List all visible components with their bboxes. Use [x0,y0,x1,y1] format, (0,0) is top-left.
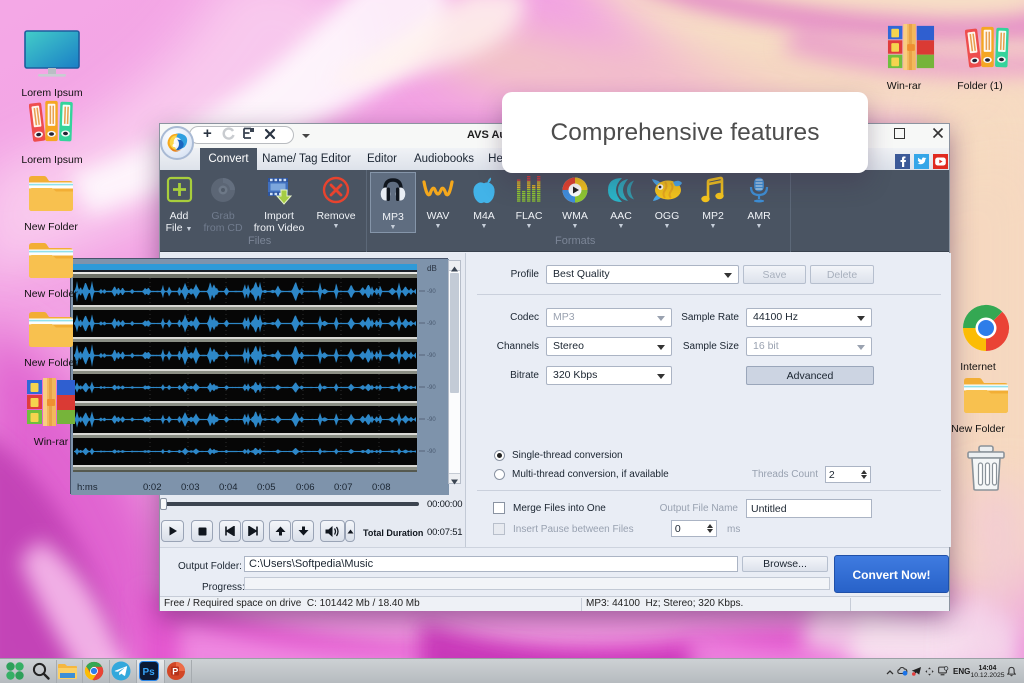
svg-text:0:02: 0:02 [143,482,162,493]
svg-text:0:04: 0:04 [219,482,238,493]
svg-text:0:06: 0:06 [296,482,315,493]
svg-text:-90: -90 [427,289,436,295]
svg-text:-90: -90 [427,449,436,455]
svg-text:-90: -90 [427,385,436,391]
svg-text:0:08: 0:08 [372,482,391,493]
svg-text:0:07: 0:07 [334,482,353,493]
svg-text:-90: -90 [427,321,436,327]
svg-text:-90: -90 [427,417,436,423]
svg-text:dB: dB [427,264,437,273]
svg-text:0:03: 0:03 [181,482,200,493]
svg-text:0:05: 0:05 [257,482,276,493]
svg-text:-90: -90 [427,353,436,359]
svg-text:h:ms: h:ms [77,482,98,493]
